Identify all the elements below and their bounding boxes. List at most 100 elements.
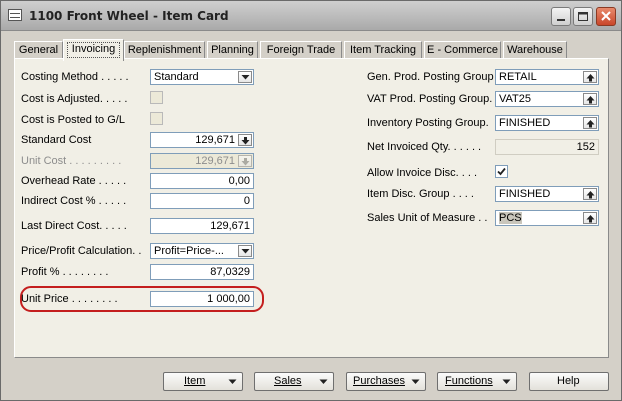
standard-cost-field[interactable]: 129,671 — [150, 132, 254, 148]
profit-pct-field[interactable]: 87,0329 — [150, 264, 254, 280]
cost-posted-gl-row: Cost is Posted to G/L — [21, 112, 256, 128]
arrow-up-icon — [586, 215, 595, 223]
item-button-label: Item — [184, 375, 206, 387]
tab-replenishment-label: Replenishment — [127, 44, 202, 56]
last-direct-cost-value: 129,671 — [210, 220, 250, 232]
vat-prod-posting-group-label: VAT Prod. Posting Group. — [367, 93, 493, 105]
costing-method-row: Costing Method . . . . . Standard — [21, 69, 256, 85]
tab-item-tracking[interactable]: Item Tracking — [344, 41, 422, 59]
unit-price-label: Unit Price . . . . . . . . — [21, 293, 118, 305]
minimize-button[interactable] — [551, 7, 571, 26]
sales-unit-of-measure-field[interactable]: PCS — [495, 210, 599, 226]
allow-invoice-disc-label: Allow Invoice Disc. . . . — [367, 167, 478, 179]
chevron-down-icon — [241, 75, 250, 80]
tab-foreign-trade[interactable]: Foreign Trade — [260, 41, 342, 59]
dropdown-button[interactable] — [238, 71, 252, 83]
close-button[interactable] — [596, 7, 616, 26]
tab-e-commerce-label: E - Commerce — [427, 44, 498, 56]
unit-cost-value: 129,671 — [195, 155, 235, 167]
dropdown-button[interactable] — [238, 245, 252, 257]
sales-unit-of-measure-row: Sales Unit of Measure . . PCS — [367, 210, 602, 226]
last-direct-cost-label: Last Direct Cost. . . . . — [21, 220, 127, 232]
arrow-down-icon — [241, 158, 250, 166]
gen-prod-posting-group-field[interactable]: RETAIL — [495, 69, 599, 85]
maximize-icon — [578, 12, 588, 21]
lookup-button[interactable] — [583, 117, 597, 129]
chevron-down-icon — [502, 379, 511, 384]
tab-general-label: General — [18, 44, 59, 56]
indirect-cost-label: Indirect Cost % . . . . . — [21, 195, 127, 207]
lookup-button[interactable] — [583, 71, 597, 83]
vat-prod-posting-group-row: VAT Prod. Posting Group. VAT25 — [367, 91, 602, 107]
checkmark-icon — [497, 167, 506, 176]
net-invoiced-qty-row: Net Invoiced Qty. . . . . . 152 — [367, 139, 602, 155]
cost-posted-gl-checkbox — [150, 112, 163, 125]
arrow-down-icon — [241, 137, 250, 145]
profit-pct-label: Profit % . . . . . . . . — [21, 266, 109, 278]
item-disc-group-field[interactable]: FINISHED — [495, 186, 599, 202]
price-profit-calc-value: Profit=Price-... — [154, 245, 224, 257]
profit-pct-value: 87,0329 — [210, 266, 250, 278]
tab-warehouse[interactable]: Warehouse — [503, 41, 567, 59]
tab-warehouse-label: Warehouse — [507, 44, 563, 56]
functions-menu-button[interactable]: Functions — [437, 372, 517, 391]
item-menu-button[interactable]: Item — [163, 372, 243, 391]
costing-method-select[interactable]: Standard — [150, 69, 254, 85]
help-button-label: Help — [557, 375, 580, 387]
purchases-menu-button[interactable]: Purchases — [346, 372, 426, 391]
cost-is-adjusted-label: Cost is Adjusted. . . . . — [21, 93, 128, 105]
drilldown-button-disabled — [238, 155, 252, 167]
chevron-down-icon — [319, 379, 328, 384]
cost-is-adjusted-checkbox — [150, 91, 163, 104]
indirect-cost-value: 0 — [243, 195, 250, 207]
arrow-up-icon — [586, 120, 595, 128]
gen-prod-posting-group-value: RETAIL — [499, 71, 537, 83]
standard-cost-label: Standard Cost — [21, 134, 92, 146]
chevron-down-icon — [411, 379, 420, 384]
tab-e-commerce[interactable]: E - Commerce — [424, 41, 501, 59]
help-button[interactable]: Help — [529, 372, 609, 391]
inventory-posting-group-field[interactable]: FINISHED — [495, 115, 599, 131]
sales-menu-button[interactable]: Sales — [254, 372, 334, 391]
overhead-rate-label: Overhead Rate . . . . . — [21, 175, 127, 187]
functions-button-label: Functions — [445, 375, 493, 387]
arrow-up-icon — [586, 96, 595, 104]
tab-foreign-trade-label: Foreign Trade — [266, 44, 336, 56]
tab-item-tracking-label: Item Tracking — [349, 44, 417, 56]
gen-prod-posting-group-row: Gen. Prod. Posting Group RETAIL — [367, 69, 602, 85]
tab-replenishment[interactable]: Replenishment — [124, 41, 205, 59]
last-direct-cost-row: Last Direct Cost. . . . . 129,671 — [21, 218, 256, 234]
tab-invoicing[interactable]: Invoicing — [63, 39, 124, 61]
invoicing-panel: Costing Method . . . . . Standard Cost i… — [14, 58, 609, 358]
allow-invoice-disc-checkbox[interactable] — [495, 165, 508, 178]
profit-pct-row: Profit % . . . . . . . . 87,0329 — [21, 264, 256, 280]
lookup-button[interactable] — [583, 188, 597, 200]
tab-general[interactable]: General — [14, 41, 63, 59]
last-direct-cost-field[interactable]: 129,671 — [150, 218, 254, 234]
net-invoiced-qty-value: 152 — [576, 141, 595, 153]
cost-is-adjusted-row: Cost is Adjusted. . . . . — [21, 91, 256, 107]
inventory-posting-group-value: FINISHED — [499, 117, 551, 129]
unit-cost-field: 129,671 — [150, 153, 254, 169]
title-bar[interactable]: 1100 Front Wheel - Item Card — [1, 1, 621, 31]
item-card-icon — [8, 9, 22, 21]
unit-price-row: Unit Price . . . . . . . . 1 000,00 — [21, 291, 256, 307]
net-invoiced-qty-label: Net Invoiced Qty. . . . . . — [367, 141, 482, 153]
indirect-cost-field[interactable]: 0 — [150, 193, 254, 209]
drilldown-button[interactable] — [238, 134, 252, 146]
gen-prod-posting-group-label: Gen. Prod. Posting Group — [367, 71, 494, 83]
lookup-button[interactable] — [583, 212, 597, 224]
inventory-posting-group-row: Inventory Posting Group. FINISHED — [367, 115, 602, 131]
tab-planning[interactable]: Planning — [207, 41, 258, 59]
price-profit-calc-select[interactable]: Profit=Price-... — [150, 243, 254, 259]
lookup-button[interactable] — [583, 93, 597, 105]
vat-prod-posting-group-field[interactable]: VAT25 — [495, 91, 599, 107]
sales-unit-of-measure-label: Sales Unit of Measure . . — [367, 212, 488, 224]
maximize-button[interactable] — [573, 7, 593, 26]
overhead-rate-field[interactable]: 0,00 — [150, 173, 254, 189]
arrow-up-icon — [586, 191, 595, 199]
costing-method-label: Costing Method . . . . . — [21, 71, 129, 83]
item-disc-group-row: Item Disc. Group . . . . FINISHED — [367, 186, 602, 202]
item-disc-group-label: Item Disc. Group . . . . — [367, 188, 474, 200]
unit-price-field[interactable]: 1 000,00 — [150, 291, 254, 307]
